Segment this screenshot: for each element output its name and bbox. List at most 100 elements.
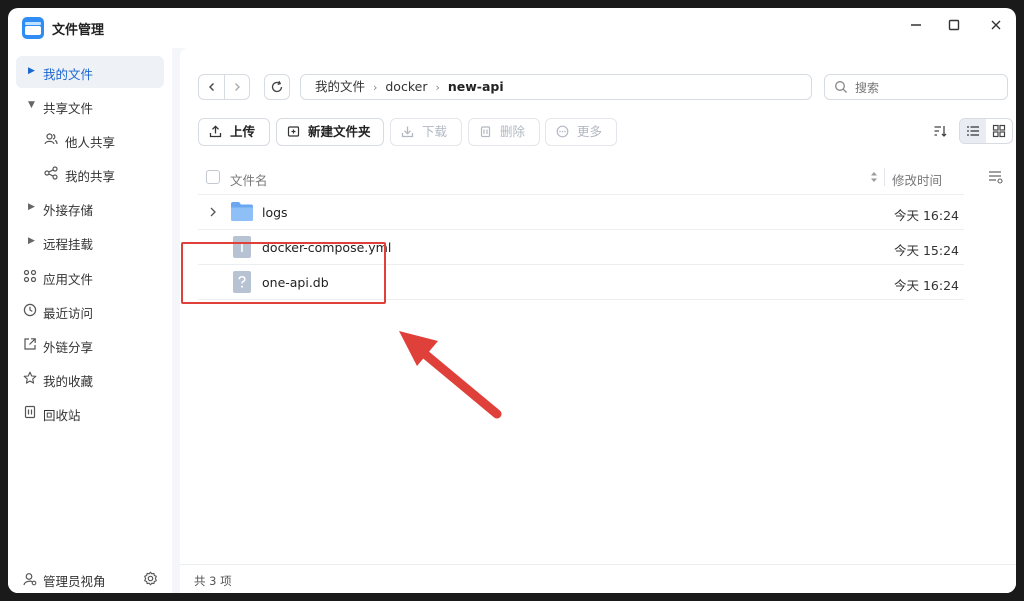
admin-view-toggle[interactable]: 管理员视角	[16, 566, 164, 592]
view-toggle	[959, 118, 1013, 144]
column-header-modified[interactable]: 修改时间	[892, 170, 942, 189]
window-title: 文件管理	[52, 23, 105, 38]
sidebar: ▶ 我的文件 ▼ 共享文件 他人共享 我的共享 ▶ 外接存储 ▶ 远程挂载 应用…	[8, 48, 172, 593]
chevron-right-icon	[235, 83, 240, 91]
history-nav	[198, 74, 250, 100]
chevron-right-icon: ›	[435, 81, 440, 94]
sidebar-item-label: 我的共享	[65, 169, 116, 184]
close-icon	[991, 20, 1001, 30]
file-modified-time: 今天 16:24	[894, 278, 959, 293]
column-divider	[884, 168, 885, 186]
sort-arrows-icon[interactable]	[870, 171, 878, 183]
new-folder-button[interactable]: 新建文件夹	[276, 118, 384, 146]
caret-right-icon: ▶	[28, 202, 35, 212]
file-modified-time: 今天 15:24	[894, 243, 959, 258]
trash-icon	[24, 405, 36, 419]
sidebar-item-favorites[interactable]: 我的收藏	[16, 363, 164, 395]
sort-button[interactable]	[927, 118, 953, 144]
upload-button[interactable]: 上传	[198, 118, 270, 146]
sidebar-item-shared-files[interactable]: ▼ 共享文件	[16, 90, 164, 122]
maximize-button[interactable]	[944, 18, 964, 38]
file-browser: 我的文件 › docker › new-api 上传 新建文件夹	[180, 48, 1016, 564]
trash-icon	[480, 126, 491, 138]
column-header-name[interactable]: 文件名	[230, 170, 268, 189]
admin-view-label: 管理员视角	[43, 574, 106, 589]
sidebar-item-label: 最近访问	[43, 306, 94, 321]
more-label: 更多	[577, 124, 603, 139]
minimize-button[interactable]	[906, 18, 926, 38]
sort-icon	[934, 126, 947, 137]
minimize-icon	[911, 24, 921, 26]
sidebar-item-label: 共享文件	[43, 101, 94, 116]
upload-icon	[209, 125, 222, 138]
sidebar-item-app-files[interactable]: 应用文件	[16, 261, 164, 293]
column-settings-icon[interactable]	[988, 170, 1004, 184]
sidebar-item-label: 我的文件	[43, 67, 94, 82]
breadcrumb-item[interactable]: 我的文件	[315, 75, 365, 99]
users-icon	[44, 133, 58, 145]
caret-right-icon: ▶	[28, 66, 35, 76]
sidebar-item-remote-mount[interactable]: ▶ 远程挂载	[16, 226, 164, 258]
forward-button[interactable]	[225, 75, 249, 99]
title-bar: 文件管理	[8, 8, 1016, 48]
download-icon	[401, 126, 414, 138]
list-view-button[interactable]	[960, 119, 986, 143]
sidebar-item-shared-with-me[interactable]: 他人共享	[16, 124, 164, 156]
sidebar-item-label: 远程挂载	[43, 237, 94, 252]
status-bar: 共 3 项	[180, 564, 1016, 593]
more-icon	[556, 125, 569, 138]
gear-icon[interactable]	[143, 571, 158, 586]
main-area: 我的文件 › docker › new-api 上传 新建文件夹	[172, 48, 1016, 593]
share-icon	[44, 166, 58, 180]
delete-button[interactable]: 删除	[468, 118, 540, 146]
sidebar-item-label: 回收站	[43, 408, 81, 423]
breadcrumb-current[interactable]: new-api	[448, 75, 504, 99]
sidebar-item-external-links[interactable]: 外链分享	[16, 329, 164, 361]
back-button[interactable]	[199, 75, 225, 99]
new-folder-icon	[287, 126, 300, 137]
sidebar-item-recent[interactable]: 最近访问	[16, 295, 164, 327]
sidebar-item-label: 外接存储	[43, 203, 94, 218]
apps-icon	[23, 269, 37, 283]
sidebar-item-label: 他人共享	[65, 135, 116, 150]
grid-view-button[interactable]	[986, 119, 1012, 143]
maximize-icon	[948, 19, 960, 31]
search-box	[824, 74, 1008, 100]
new-folder-label: 新建文件夹	[308, 124, 371, 139]
sidebar-item-my-shares[interactable]: 我的共享	[16, 158, 164, 190]
search-input[interactable]	[853, 78, 997, 98]
expand-chevron-icon[interactable]	[209, 207, 217, 217]
more-button[interactable]: 更多	[545, 118, 617, 146]
upload-label: 上传	[230, 124, 256, 139]
external-link-icon	[24, 338, 36, 350]
grid-view-icon	[992, 124, 1006, 138]
file-manager-app-icon	[22, 17, 44, 39]
caret-down-icon: ▼	[28, 100, 35, 110]
admin-user-icon	[23, 573, 37, 586]
breadcrumb: 我的文件 › docker › new-api	[300, 74, 812, 100]
sidebar-item-label: 外链分享	[43, 340, 94, 355]
file-modified-time: 今天 16:24	[894, 208, 959, 223]
clock-icon	[23, 303, 37, 317]
sidebar-item-my-files[interactable]: ▶ 我的文件	[16, 56, 164, 88]
highlight-box	[181, 242, 386, 304]
item-count: 共 3 项	[194, 574, 232, 588]
file-manager-window: 文件管理 ▶ 我的文件 ▼ 共享文件 他人共享 我的共享 ▶ 外接存储 ▶ 远程…	[8, 8, 1016, 593]
download-button[interactable]: 下载	[390, 118, 462, 146]
download-label: 下载	[422, 124, 448, 139]
refresh-icon	[271, 80, 283, 93]
star-icon	[23, 371, 37, 384]
select-all-checkbox[interactable]	[206, 170, 220, 184]
list-view-icon	[967, 126, 979, 136]
file-name: logs	[262, 205, 288, 220]
sidebar-item-recycle-bin[interactable]: 回收站	[16, 397, 164, 429]
refresh-button[interactable]	[264, 74, 290, 100]
sidebar-item-label: 我的收藏	[43, 374, 94, 389]
chevron-right-icon: ›	[372, 81, 378, 94]
breadcrumb-item[interactable]: docker	[385, 75, 427, 99]
table-row[interactable]: logs 今天 16:24	[198, 195, 964, 230]
table-header: 文件名 修改时间	[198, 160, 1003, 195]
folder-icon	[231, 202, 253, 221]
close-button[interactable]	[986, 18, 1006, 38]
sidebar-item-external-storage[interactable]: ▶ 外接存储	[16, 192, 164, 224]
